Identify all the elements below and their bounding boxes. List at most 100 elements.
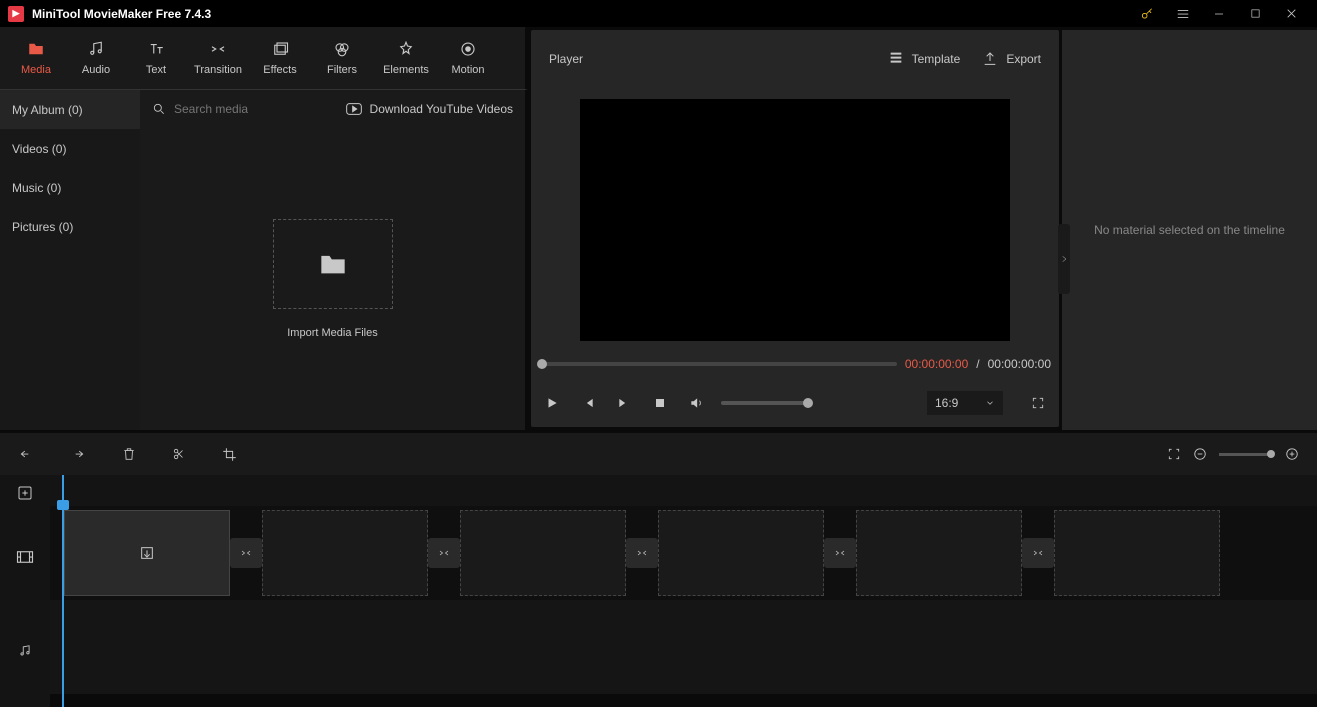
audio-track[interactable] (50, 600, 1317, 694)
download-youtube-button[interactable]: Download YouTube Videos (346, 102, 513, 116)
sidebar-item-my-album[interactable]: My Album (0) (0, 90, 140, 129)
time-total: 00:00:00:00 (988, 357, 1051, 371)
import-media-button[interactable] (273, 219, 393, 309)
zoom-in-button[interactable] (1285, 447, 1299, 461)
timeline (0, 475, 1317, 707)
tab-elements-label: Elements (383, 64, 429, 76)
tab-text-label: Text (146, 64, 166, 76)
youtube-icon (346, 103, 362, 115)
undo-button[interactable] (18, 447, 34, 461)
volume-slider[interactable] (721, 401, 811, 405)
volume-handle[interactable] (803, 398, 813, 408)
video-preview (580, 99, 1010, 341)
tab-filters-label: Filters (327, 64, 357, 76)
folder-icon (319, 252, 347, 276)
sidebar-item-label: My Album (0) (12, 103, 83, 117)
no-selection-message: No material selected on the timeline (1094, 223, 1285, 237)
tab-filters[interactable]: Filters (310, 27, 374, 90)
premium-key-icon[interactable] (1129, 0, 1165, 27)
close-icon[interactable] (1273, 0, 1309, 27)
tab-media[interactable]: Media (6, 27, 66, 90)
edit-toolbar (0, 433, 1317, 475)
chevron-right-icon (1060, 254, 1068, 264)
titlebar: ▶ MiniTool MovieMaker Free 7.4.3 (0, 0, 1317, 27)
crop-button[interactable] (222, 447, 237, 462)
fit-timeline-button[interactable] (1167, 447, 1181, 461)
prev-frame-button[interactable] (577, 396, 599, 410)
properties-panel: No material selected on the timeline (1062, 30, 1317, 430)
timeline-clip-slot[interactable] (64, 510, 230, 596)
maximize-icon[interactable] (1237, 0, 1273, 27)
export-label: Export (1006, 52, 1041, 66)
app-logo-icon: ▶ (8, 6, 24, 22)
transition-slot[interactable] (626, 538, 658, 568)
player-title: Player (549, 52, 583, 66)
tab-transition[interactable]: Transition (186, 27, 250, 90)
stop-button[interactable] (649, 397, 671, 409)
transition-slot[interactable] (230, 538, 262, 568)
timeline-clip-slot[interactable] (856, 510, 1022, 596)
timeline-clip-slot[interactable] (460, 510, 626, 596)
hamburger-menu-icon[interactable] (1165, 0, 1201, 27)
tab-effects-label: Effects (263, 64, 296, 76)
sidebar-item-videos[interactable]: Videos (0) (0, 129, 140, 168)
playhead[interactable] (62, 475, 64, 707)
export-icon (982, 51, 998, 67)
tab-elements[interactable]: Elements (374, 27, 438, 90)
volume-button[interactable] (685, 396, 707, 410)
tab-media-label: Media (21, 64, 51, 76)
template-label: Template (912, 52, 961, 66)
tab-motion-label: Motion (451, 64, 484, 76)
redo-button[interactable] (70, 447, 86, 461)
search-input[interactable] (174, 102, 314, 116)
delete-button[interactable] (122, 446, 136, 462)
tab-transition-label: Transition (194, 64, 242, 76)
add-track-button[interactable] (0, 475, 50, 510)
chevron-down-icon (985, 398, 995, 408)
tool-tabs: Media Audio Text Transition Effects Filt… (0, 27, 528, 90)
search-icon (152, 102, 166, 116)
tab-audio-label: Audio (82, 64, 110, 76)
transition-slot[interactable] (824, 538, 856, 568)
search-wrap (152, 102, 338, 116)
aspect-ratio-label: 16:9 (935, 396, 958, 410)
app-title: MiniTool MovieMaker Free 7.4.3 (32, 7, 211, 21)
transition-slot[interactable] (428, 538, 460, 568)
timeline-clip-slot[interactable] (262, 510, 428, 596)
scrubber-handle[interactable] (537, 359, 547, 369)
minimize-icon[interactable] (1201, 0, 1237, 27)
split-button[interactable] (172, 446, 186, 462)
zoom-out-button[interactable] (1193, 447, 1207, 461)
download-youtube-label: Download YouTube Videos (370, 102, 513, 116)
collapse-panel-button[interactable] (1058, 224, 1070, 294)
next-frame-button[interactable] (613, 396, 635, 410)
template-button[interactable]: Template (888, 51, 961, 67)
timeline-clip-slot[interactable] (1054, 510, 1220, 596)
timeline-clip-slot[interactable] (658, 510, 824, 596)
tab-audio[interactable]: Audio (66, 27, 126, 90)
audio-track-icon (0, 604, 50, 698)
play-button[interactable] (541, 396, 563, 410)
fullscreen-button[interactable] (1027, 396, 1049, 410)
import-clip-icon (139, 545, 155, 561)
export-button[interactable]: Export (982, 51, 1041, 67)
tab-effects[interactable]: Effects (250, 27, 310, 90)
zoom-slider[interactable] (1219, 453, 1273, 456)
aspect-ratio-select[interactable]: 16:9 (927, 391, 1003, 415)
scrubber[interactable] (539, 362, 897, 366)
player-panel: Player Template Export 00:00:00:00 / 00:… (531, 30, 1059, 427)
import-media-label: Import Media Files (287, 327, 377, 339)
sidebar-item-label: Pictures (0) (12, 220, 73, 234)
video-track[interactable] (50, 506, 1317, 600)
zoom-handle[interactable] (1267, 450, 1275, 458)
sidebar-item-pictures[interactable]: Pictures (0) (0, 207, 140, 246)
sidebar-item-label: Music (0) (12, 181, 61, 195)
timeline-ruler[interactable] (50, 475, 1317, 506)
media-sidebar: My Album (0) Videos (0) Music (0) Pictur… (0, 90, 140, 430)
sidebar-item-music[interactable]: Music (0) (0, 168, 140, 207)
tab-motion[interactable]: Motion (438, 27, 498, 90)
video-track-icon (0, 510, 50, 604)
tab-text[interactable]: Text (126, 27, 186, 90)
transition-slot[interactable] (1022, 538, 1054, 568)
template-icon (888, 51, 904, 67)
